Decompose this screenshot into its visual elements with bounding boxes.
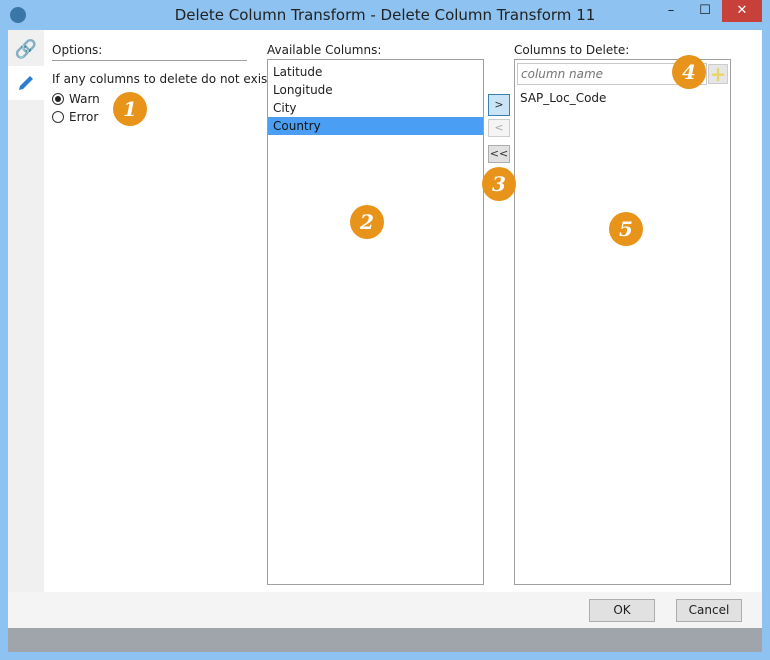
callout-badge: 3	[482, 167, 516, 201]
ok-button[interactable]: OK	[589, 599, 655, 622]
add-column-button[interactable]: >	[488, 94, 510, 116]
radio-checked-icon	[52, 93, 64, 105]
link-icon: 🔗	[14, 38, 38, 60]
list-item-selected[interactable]: Country	[268, 117, 483, 135]
divider	[52, 60, 247, 61]
status-bar	[8, 628, 762, 652]
app-icon	[10, 7, 26, 23]
pencil-icon	[19, 76, 33, 90]
columns-to-delete-label: Columns to Delete:	[514, 43, 630, 57]
window-title: Delete Column Transform - Delete Column …	[174, 6, 596, 24]
callout-badge: 1	[113, 92, 147, 126]
title-bar: Delete Column Transform - Delete Column …	[0, 0, 770, 30]
close-button[interactable]: ✕	[722, 0, 762, 22]
radio-error[interactable]: Error	[52, 110, 98, 124]
tab-connection[interactable]: 🔗	[8, 32, 44, 66]
options-header: Options:	[52, 43, 103, 57]
side-tabs: 🔗	[8, 30, 44, 592]
list-item[interactable]: Longitude	[268, 81, 483, 99]
radio-label: Error	[69, 110, 99, 124]
maximize-button[interactable]: ☐	[690, 0, 720, 22]
cancel-button[interactable]: Cancel	[676, 599, 742, 622]
list-item[interactable]: City	[268, 99, 483, 117]
options-question: If any columns to delete do not exist:	[52, 72, 277, 86]
available-columns-label: Available Columns:	[267, 43, 382, 57]
columns-to-delete-list[interactable]: + SAP_Loc_Code	[514, 59, 731, 585]
callout-badge: 2	[350, 205, 384, 239]
callout-badge: 5	[609, 212, 643, 246]
remove-all-button[interactable]: <<	[488, 145, 510, 163]
minimize-button[interactable]: –	[656, 0, 686, 22]
list-item[interactable]: SAP_Loc_Code	[515, 89, 606, 107]
plus-icon: +	[709, 62, 727, 86]
add-column-name-button[interactable]: +	[708, 64, 728, 84]
radio-warn[interactable]: Warn	[52, 92, 100, 106]
available-columns-list[interactable]: Latitude Longitude City Country	[267, 59, 484, 585]
radio-label: Warn	[69, 92, 100, 106]
tab-edit[interactable]	[8, 66, 44, 100]
list-item[interactable]: Latitude	[268, 63, 483, 81]
remove-column-button[interactable]: <	[488, 119, 510, 137]
callout-badge: 4	[672, 55, 706, 89]
radio-unchecked-icon	[52, 111, 64, 123]
